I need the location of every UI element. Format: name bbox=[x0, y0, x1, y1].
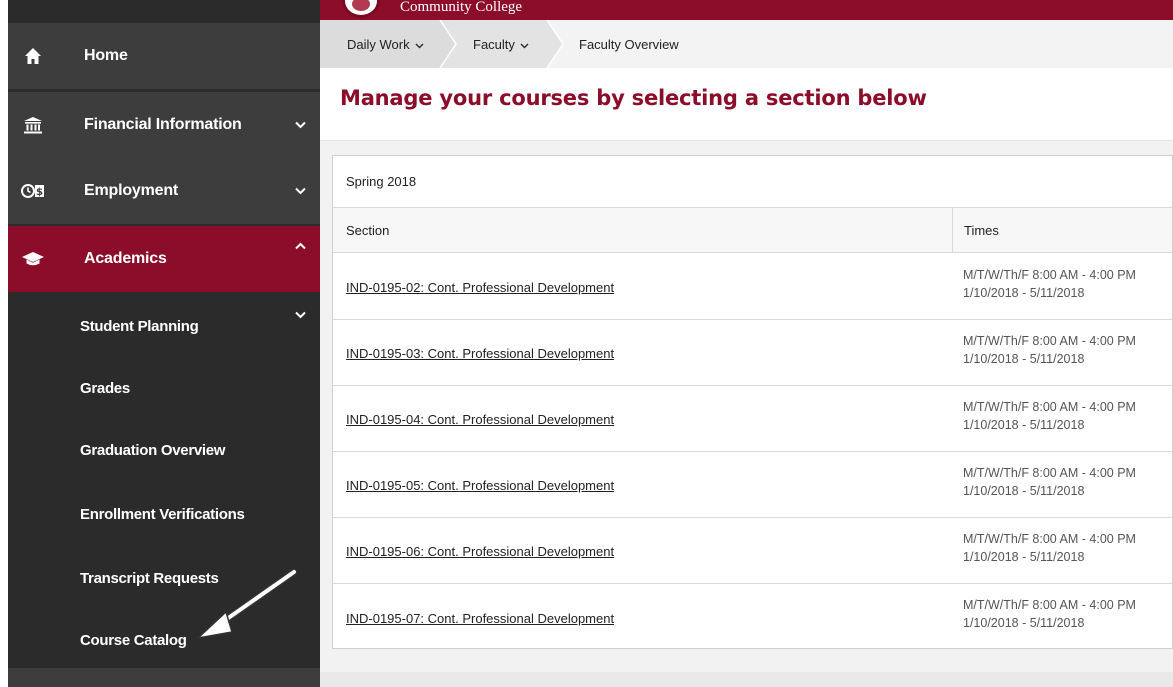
breadcrumb: Daily Work Faculty Faculty Overview bbox=[320, 20, 1173, 68]
section-link[interactable]: IND-0195-06: Cont. Professional Developm… bbox=[346, 518, 614, 583]
annotation-arrow-icon bbox=[197, 568, 298, 639]
chevron-down-icon bbox=[295, 304, 306, 323]
breadcrumb-faculty[interactable]: Faculty bbox=[473, 20, 529, 68]
meeting-time: M/T/W/Th/F 8:00 AM - 4:00 PM bbox=[963, 598, 1136, 612]
sidebar-subitem-student-planning[interactable]: Student Planning bbox=[8, 294, 320, 358]
breadcrumb-label: Faculty Overview bbox=[579, 36, 679, 52]
meeting-time: M/T/W/Th/F 8:00 AM - 4:00 PM bbox=[963, 466, 1136, 480]
table-row: IND-0195-06: Cont. Professional Developm… bbox=[333, 518, 1172, 584]
chevron-down-icon bbox=[295, 92, 306, 158]
sidebar-item-label: Academics bbox=[84, 250, 167, 267]
sidebar-subitem-grades[interactable]: Grades bbox=[8, 356, 320, 420]
meeting-dates: 1/10/2018 - 5/11/2018 bbox=[963, 286, 1085, 300]
meeting-times: M/T/W/Th/F 8:00 AM - 4:00 PM 1/10/2018 -… bbox=[963, 596, 1136, 632]
table-row: IND-0195-07: Cont. Professional Developm… bbox=[333, 584, 1172, 650]
meeting-times: M/T/W/Th/F 8:00 AM - 4:00 PM 1/10/2018 -… bbox=[963, 266, 1136, 302]
chevron-down-icon bbox=[415, 37, 424, 52]
meeting-times: M/T/W/Th/F 8:00 AM - 4:00 PM 1/10/2018 -… bbox=[963, 530, 1136, 566]
breadcrumb-daily-work[interactable]: Daily Work bbox=[347, 20, 424, 68]
bank-icon bbox=[20, 92, 46, 158]
breadcrumb-faculty-overview: Faculty Overview bbox=[579, 20, 679, 68]
chevron-down-icon bbox=[520, 37, 529, 52]
section-link[interactable]: IND-0195-03: Cont. Professional Developm… bbox=[346, 320, 614, 385]
breadcrumb-label: Daily Work bbox=[347, 36, 410, 52]
section-link[interactable]: IND-0195-07: Cont. Professional Developm… bbox=[346, 584, 614, 650]
term-heading: Spring 2018 bbox=[333, 156, 1172, 208]
svg-text:$: $ bbox=[36, 187, 43, 198]
brand-header: Community College bbox=[320, 0, 1173, 20]
sidebar-item-label: Employment bbox=[84, 182, 179, 199]
table-row: IND-0195-02: Cont. Professional Developm… bbox=[333, 254, 1172, 320]
home-icon bbox=[20, 23, 46, 89]
page-footer bbox=[320, 672, 1173, 687]
sidebar-item-employment[interactable]: $ Employment bbox=[8, 158, 320, 224]
meeting-times: M/T/W/Th/F 8:00 AM - 4:00 PM 1/10/2018 -… bbox=[963, 332, 1136, 368]
section-link[interactable]: IND-0195-04: Cont. Professional Developm… bbox=[346, 386, 614, 451]
sidebar-item-label: Financial Information bbox=[84, 116, 242, 133]
sidebar-subitem-graduation-overview[interactable]: Graduation Overview bbox=[8, 418, 320, 482]
breadcrumb-label: Faculty bbox=[473, 36, 515, 52]
graduation-cap-icon bbox=[20, 226, 46, 292]
meeting-dates: 1/10/2018 - 5/11/2018 bbox=[963, 484, 1085, 498]
page-title: Manage your courses by selecting a secti… bbox=[340, 86, 927, 110]
meeting-dates: 1/10/2018 - 5/11/2018 bbox=[963, 550, 1085, 564]
chevron-down-icon bbox=[295, 158, 306, 224]
sidebar-footer bbox=[8, 668, 320, 687]
time-pay-icon: $ bbox=[20, 158, 46, 224]
sidebar-subitem-label: Graduation Overview bbox=[80, 441, 226, 459]
meeting-dates: 1/10/2018 - 5/11/2018 bbox=[963, 352, 1085, 366]
meeting-dates: 1/10/2018 - 5/11/2018 bbox=[963, 418, 1085, 432]
meeting-time: M/T/W/Th/F 8:00 AM - 4:00 PM bbox=[963, 400, 1136, 414]
sidebar-edge bbox=[0, 0, 8, 687]
table-header: Section Times bbox=[333, 208, 1172, 253]
sidebar-subitem-label: Enrollment Verifications bbox=[80, 505, 245, 523]
sidebar-subitem-enrollment-verifications[interactable]: Enrollment Verifications bbox=[8, 482, 320, 546]
sidebar-item-financial-information[interactable]: Financial Information bbox=[8, 92, 320, 158]
column-divider bbox=[952, 208, 953, 252]
section-link[interactable]: IND-0195-02: Cont. Professional Developm… bbox=[346, 254, 614, 319]
sidebar-item-academics[interactable]: Academics bbox=[8, 226, 320, 292]
meeting-time: M/T/W/Th/F 8:00 AM - 4:00 PM bbox=[963, 532, 1136, 546]
meeting-time: M/T/W/Th/F 8:00 AM - 4:00 PM bbox=[963, 334, 1136, 348]
meeting-dates: 1/10/2018 - 5/11/2018 bbox=[963, 616, 1085, 630]
table-row: IND-0195-03: Cont. Professional Developm… bbox=[333, 320, 1172, 386]
table-row: IND-0195-05: Cont. Professional Developm… bbox=[333, 452, 1172, 518]
meeting-time: M/T/W/Th/F 8:00 AM - 4:00 PM bbox=[963, 268, 1136, 282]
college-name: Community College bbox=[400, 0, 523, 15]
sidebar-item-label: Home bbox=[84, 47, 128, 64]
column-header-section: Section bbox=[346, 222, 390, 238]
column-header-times: Times bbox=[964, 222, 999, 238]
sidebar-item-home[interactable]: Home bbox=[8, 23, 320, 89]
chevron-up-icon bbox=[295, 226, 306, 292]
meeting-times: M/T/W/Th/F 8:00 AM - 4:00 PM 1/10/2018 -… bbox=[963, 398, 1136, 434]
sections-table: Spring 2018 Section Times IND-0195-02: C… bbox=[332, 155, 1173, 649]
sidebar-subitem-label: Course Catalog bbox=[80, 631, 187, 649]
meeting-times: M/T/W/Th/F 8:00 AM - 4:00 PM 1/10/2018 -… bbox=[963, 464, 1136, 500]
section-link[interactable]: IND-0195-05: Cont. Professional Developm… bbox=[346, 452, 614, 517]
table-row: IND-0195-04: Cont. Professional Developm… bbox=[333, 386, 1172, 452]
sidebar-subitem-label: Grades bbox=[80, 379, 130, 397]
sidebar-subitem-label: Student Planning bbox=[80, 317, 199, 335]
college-seal-logo bbox=[342, 0, 380, 18]
